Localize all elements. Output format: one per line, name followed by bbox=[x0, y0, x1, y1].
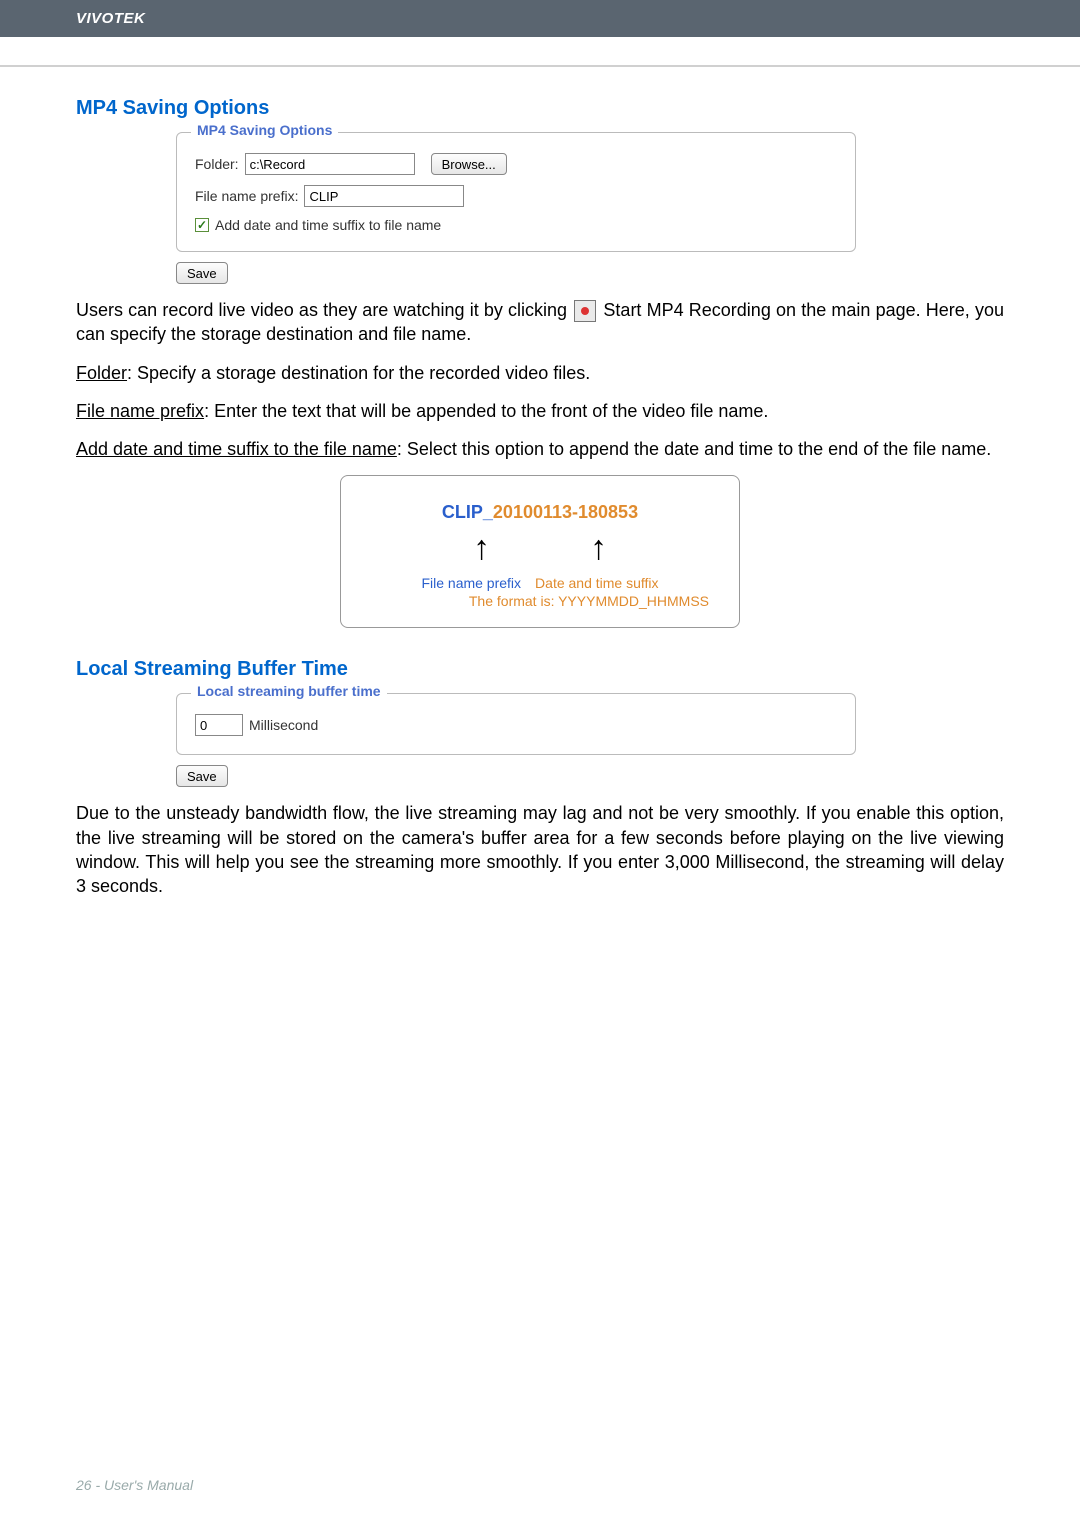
footer-text: 26 - User's Manual bbox=[76, 1477, 193, 1493]
mp4-section-title: MP4 Saving Options bbox=[76, 97, 1004, 120]
prefix-help-label: File name prefix bbox=[76, 401, 204, 421]
mp4-save-button[interactable]: Save bbox=[176, 262, 228, 284]
footer: 26 - User's Manual bbox=[76, 1477, 193, 1493]
check-icon: ✓ bbox=[197, 219, 207, 231]
suffix-checkbox-label: Add date and time suffix to file name bbox=[215, 217, 441, 233]
mp4-panel-wrap: MP4 Saving Options Folder: Browse... Fil… bbox=[176, 132, 856, 252]
prefix-label: File name prefix: bbox=[195, 188, 298, 204]
folder-help-label: Folder bbox=[76, 363, 127, 383]
diagram-arrows: ↑ ↑ bbox=[371, 531, 709, 565]
mp4-panel-legend: MP4 Saving Options bbox=[191, 122, 338, 138]
filename-diagram: CLIP_20100113-180853 ↑ ↑ File name prefi… bbox=[340, 475, 740, 628]
mp4-panel: MP4 Saving Options Folder: Browse... Fil… bbox=[176, 132, 856, 252]
folder-row: Folder: Browse... bbox=[195, 153, 837, 175]
prefix-row: File name prefix: bbox=[195, 185, 837, 207]
brand-label: VIVOTEK bbox=[76, 10, 145, 27]
suffix-checkbox[interactable]: ✓ bbox=[195, 218, 209, 232]
diagram-prefix-part: CLIP_ bbox=[442, 502, 493, 522]
record-icon bbox=[574, 300, 596, 322]
mp4-desc-part1: Users can record live video as they are … bbox=[76, 300, 567, 320]
buffer-panel-legend: Local streaming buffer time bbox=[191, 683, 387, 699]
diagram-label-prefix: File name prefix bbox=[421, 575, 521, 591]
buffer-panel-wrap: Local streaming buffer time Millisecond bbox=[176, 693, 856, 755]
page-content: MP4 Saving Options MP4 Saving Options Fo… bbox=[0, 97, 1080, 899]
folder-input[interactable] bbox=[245, 153, 415, 175]
buffer-unit-label: Millisecond bbox=[249, 717, 318, 733]
diagram-label-suffix: Date and time suffix bbox=[535, 575, 658, 591]
folder-help-text: : Specify a storage destination for the … bbox=[127, 363, 590, 383]
buffer-save-button[interactable]: Save bbox=[176, 765, 228, 787]
folder-label: Folder: bbox=[195, 156, 239, 172]
diagram-title: CLIP_20100113-180853 bbox=[371, 502, 709, 523]
browse-button[interactable]: Browse... bbox=[431, 153, 507, 175]
folder-help: Folder: Specify a storage destination fo… bbox=[76, 361, 1004, 385]
prefix-help-text: : Enter the text that will be appended t… bbox=[204, 401, 768, 421]
header-divider bbox=[0, 65, 1080, 67]
suffix-row: ✓ Add date and time suffix to file name bbox=[195, 217, 837, 233]
suffix-help: Add date and time suffix to the file nam… bbox=[76, 437, 1004, 461]
suffix-help-label: Add date and time suffix to the file nam… bbox=[76, 439, 397, 459]
mp4-desc: Users can record live video as they are … bbox=[76, 298, 1004, 347]
buffer-save-wrap: Save bbox=[176, 765, 1004, 787]
mp4-save-wrap: Save bbox=[176, 262, 1004, 284]
prefix-input[interactable] bbox=[304, 185, 464, 207]
arrow-up-icon: ↑ bbox=[473, 531, 490, 565]
buffer-row: Millisecond bbox=[195, 714, 837, 736]
suffix-help-text: : Select this option to append the date … bbox=[397, 439, 991, 459]
prefix-help: File name prefix: Enter the text that wi… bbox=[76, 399, 1004, 423]
buffer-section-title: Local Streaming Buffer Time bbox=[76, 658, 1004, 681]
record-dot-icon bbox=[581, 307, 589, 315]
diagram-label-format: The format is: YYYYMMDD_HHMMSS bbox=[371, 593, 709, 609]
buffer-input[interactable] bbox=[195, 714, 243, 736]
buffer-panel: Local streaming buffer time Millisecond bbox=[176, 693, 856, 755]
header-bar: VIVOTEK bbox=[0, 0, 1080, 37]
arrow-up-icon: ↑ bbox=[590, 531, 607, 565]
diagram-labels: File name prefix Date and time suffix bbox=[371, 575, 709, 591]
buffer-desc: Due to the unsteady bandwidth flow, the … bbox=[76, 801, 1004, 898]
diagram-date-part: 20100113-180853 bbox=[493, 502, 638, 522]
